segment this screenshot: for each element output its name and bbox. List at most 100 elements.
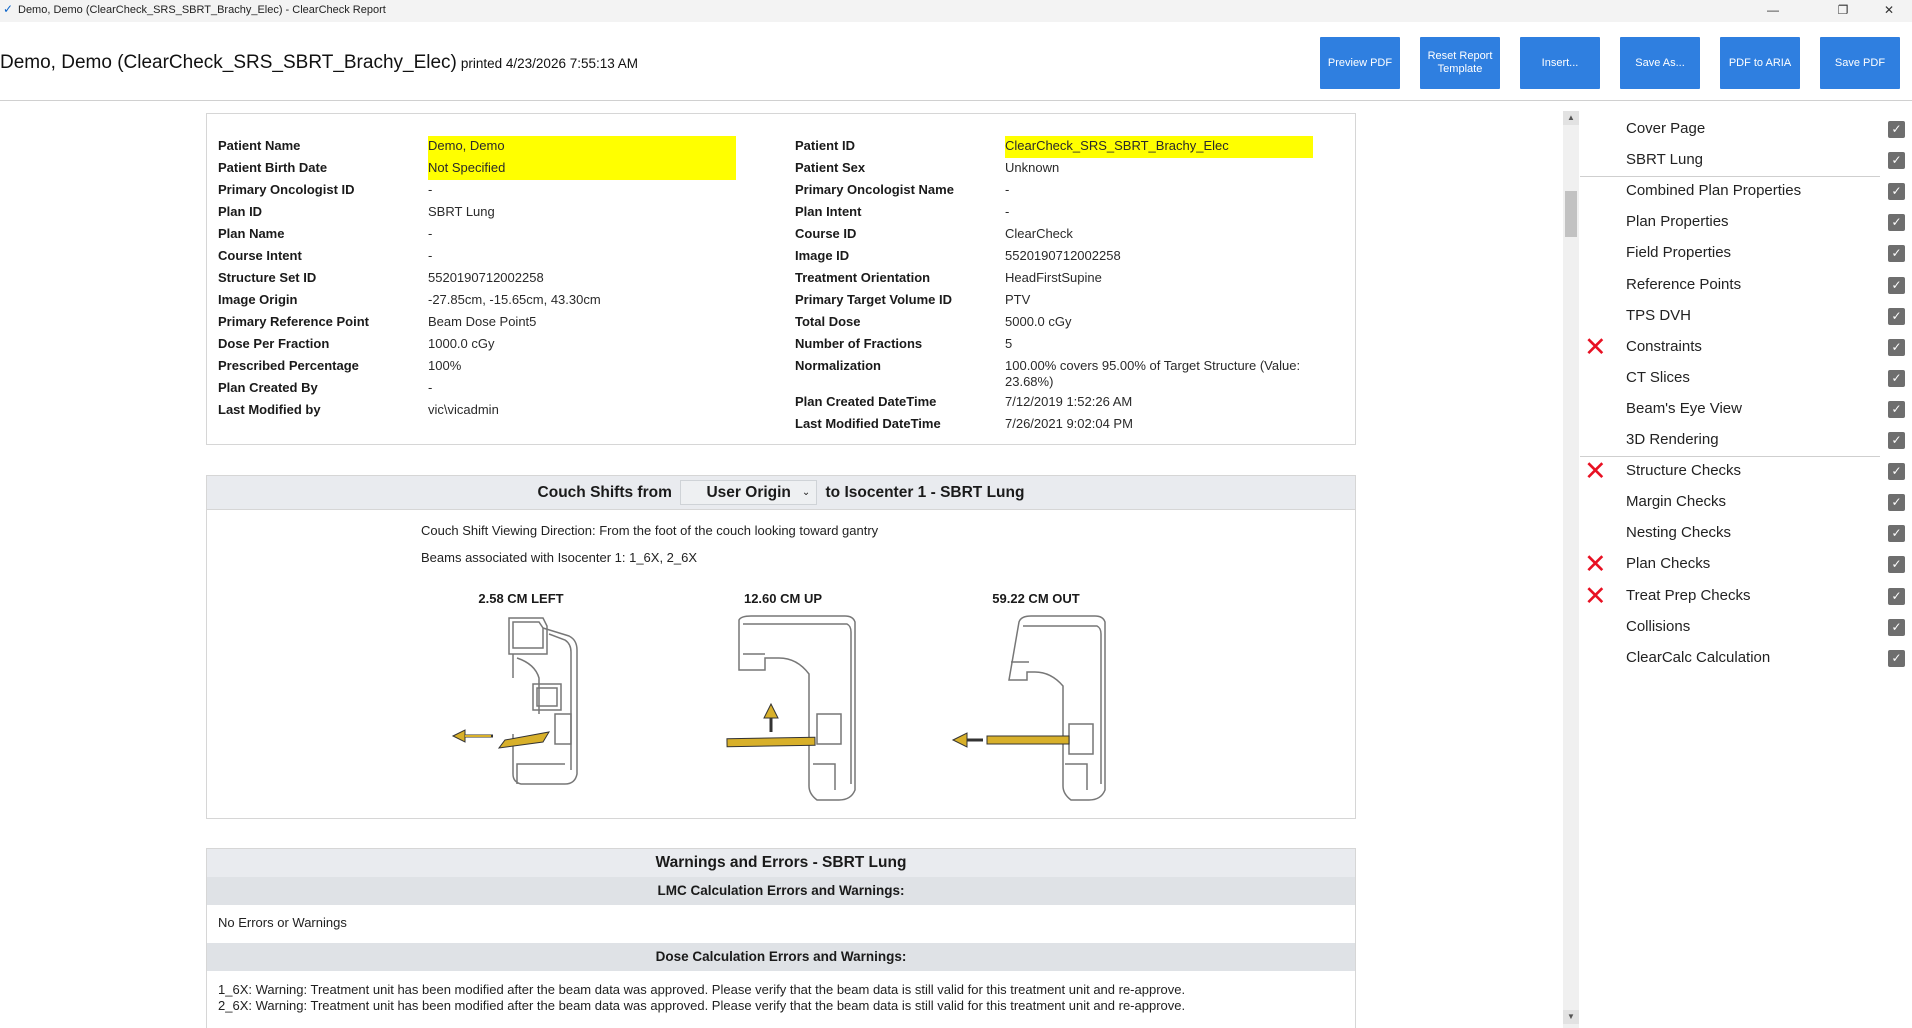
- section-item[interactable]: SBRT Lung ✓: [1580, 145, 1912, 176]
- section-item[interactable]: Reference Points ✓: [1580, 270, 1912, 301]
- section-item[interactable]: ✕ Constraints ✓: [1580, 332, 1912, 363]
- section-checkbox[interactable]: ✓: [1888, 369, 1905, 387]
- section-item-label: Plan Properties: [1626, 213, 1729, 231]
- warnings-card: Warnings and Errors - SBRT Lung LMC Calc…: [206, 848, 1356, 1028]
- section-item[interactable]: Margin Checks ✓: [1580, 487, 1912, 518]
- section-item[interactable]: Collisions ✓: [1580, 612, 1912, 643]
- section-checkbox[interactable]: ✓: [1888, 183, 1905, 201]
- section-checkbox[interactable]: ✓: [1888, 494, 1905, 512]
- info-label: Plan ID: [218, 204, 263, 219]
- info-value: -27.85cm, -15.65cm, 43.30cm: [428, 292, 601, 307]
- section-checkbox[interactable]: ✓: [1888, 649, 1905, 667]
- info-label: Structure Set ID: [218, 270, 317, 285]
- section-item-label: CT Slices: [1626, 368, 1690, 386]
- info-value: -: [428, 226, 433, 241]
- reset-report-template-button[interactable]: Reset Report Template: [1420, 37, 1500, 89]
- warnings-title: Warnings and Errors - SBRT Lung: [207, 849, 1355, 878]
- section-checkbox[interactable]: ✓: [1888, 618, 1905, 636]
- section-item-label: TPS DVH: [1626, 306, 1692, 324]
- patient-info-card: Patient Name Demo, Demo Patient Birth Date…: [206, 113, 1356, 445]
- section-item[interactable]: 3D Rendering ✓: [1580, 425, 1912, 456]
- info-value: Demo, Demo: [428, 136, 736, 158]
- section-checkbox[interactable]: ✓: [1888, 152, 1905, 170]
- info-value: ClearCheck_SRS_SBRT_Brachy_Elec: [1005, 136, 1313, 158]
- section-item[interactable]: Plan Properties ✓: [1580, 207, 1912, 238]
- section-item[interactable]: ✕ Plan Checks ✓: [1580, 549, 1912, 580]
- info-label: Primary Target Volume ID: [795, 292, 953, 307]
- dose-warning-2: 2_6X: Warning: Treatment unit has been m…: [218, 998, 1186, 1013]
- save-pdf-button[interactable]: Save PDF: [1820, 37, 1900, 89]
- minimize-button[interactable]: —: [1750, 0, 1796, 22]
- info-value: 1000.0 cGy: [428, 336, 495, 351]
- section-checkbox[interactable]: ✓: [1888, 276, 1905, 294]
- info-value: 5520190712002258: [428, 270, 544, 285]
- info-value: -: [428, 248, 433, 263]
- section-checkbox[interactable]: ✓: [1888, 463, 1905, 481]
- section-checkbox[interactable]: ✓: [1888, 338, 1905, 356]
- beams-associated: Beams associated with Isocenter 1: 1_6X,…: [421, 550, 698, 565]
- section-checkbox[interactable]: ✓: [1888, 587, 1905, 605]
- info-label: Patient Name: [218, 138, 301, 153]
- couch-shifts-header: Couch Shifts from User Origin ⌄ to Isocen…: [207, 476, 1355, 510]
- insert-button[interactable]: Insert...: [1520, 37, 1600, 89]
- error-x-icon: ✕: [1584, 456, 1607, 487]
- section-checkbox[interactable]: ✓: [1888, 245, 1905, 263]
- info-label: Image ID: [795, 248, 850, 263]
- section-item[interactable]: ✕ Structure Checks ✓: [1580, 456, 1912, 487]
- info-value: Not Specified: [428, 158, 736, 180]
- section-checkbox[interactable]: ✓: [1888, 121, 1905, 138]
- window-title: Demo, Demo (ClearCheck_SRS_SBRT_Brachy_E…: [18, 4, 386, 16]
- section-checkbox[interactable]: ✓: [1888, 556, 1905, 574]
- section-checkbox[interactable]: ✓: [1888, 432, 1905, 449]
- info-value: -: [1005, 204, 1010, 219]
- info-value: 5: [1005, 336, 1013, 351]
- couch-shifts-title-suffix: to Isocenter 1 - SBRT Lung: [825, 484, 1025, 501]
- info-value: -: [428, 380, 433, 395]
- section-checkbox[interactable]: ✓: [1888, 307, 1905, 325]
- pdf-to-aria-button[interactable]: PDF to ARIA: [1720, 37, 1800, 89]
- error-x-icon: ✕: [1584, 331, 1607, 362]
- section-item[interactable]: ✕ Treat Prep Checks ✓: [1580, 581, 1912, 612]
- section-item-label: Field Properties: [1626, 244, 1732, 262]
- dose-errors-header: Dose Calculation Errors and Warnings:: [207, 943, 1355, 971]
- info-label: Plan Created By: [218, 380, 318, 395]
- section-checkbox[interactable]: ✓: [1888, 214, 1905, 232]
- lmc-errors-text: No Errors or Warnings: [218, 915, 347, 930]
- error-x-icon: ✕: [1584, 580, 1607, 611]
- report-scrollbar[interactable]: ▲ ▼: [1563, 111, 1579, 1028]
- section-item[interactable]: Cover Page ✓: [1580, 114, 1912, 145]
- section-checkbox[interactable]: ✓: [1888, 525, 1905, 543]
- section-item-label: Structure Checks: [1626, 462, 1742, 480]
- info-value: Beam Dose Point5: [428, 314, 537, 329]
- info-value: PTV: [1005, 292, 1031, 307]
- info-value: 7/26/2021 9:02:04 PM: [1005, 416, 1133, 431]
- section-item[interactable]: Combined Plan Properties ✓: [1580, 176, 1912, 207]
- section-item-label: Treat Prep Checks: [1626, 586, 1751, 604]
- section-item-label: 3D Rendering: [1626, 431, 1719, 448]
- section-item[interactable]: CT Slices ✓: [1580, 363, 1912, 394]
- origin-dropdown[interactable]: User Origin ⌄: [680, 480, 818, 506]
- section-item[interactable]: Nesting Checks ✓: [1580, 518, 1912, 549]
- restore-button[interactable]: ❐: [1820, 0, 1866, 22]
- section-item-label: Reference Points: [1626, 275, 1742, 293]
- save-as-button[interactable]: Save As...: [1620, 37, 1700, 89]
- linac-up-shift-image: [726, 615, 856, 801]
- report-title: Demo, Demo (ClearCheck_SRS_SBRT_Brachy_E…: [0, 52, 638, 74]
- section-item[interactable]: ClearCalc Calculation ✓: [1580, 643, 1912, 674]
- info-value: SBRT Lung: [428, 204, 495, 219]
- info-label: Number of Fractions: [795, 336, 923, 351]
- scroll-up-arrow-icon[interactable]: ▲: [1563, 111, 1579, 125]
- linac-left-shift-image: [451, 617, 578, 785]
- info-value: -: [428, 182, 433, 197]
- section-item[interactable]: TPS DVH ✓: [1580, 301, 1912, 332]
- scroll-down-arrow-icon[interactable]: ▼: [1563, 1010, 1579, 1024]
- patient-plan-title: Demo, Demo (ClearCheck_SRS_SBRT_Brachy_E…: [0, 52, 457, 73]
- info-label: Primary Oncologist ID: [218, 182, 355, 197]
- section-item[interactable]: Beam's Eye View ✓: [1580, 394, 1912, 425]
- section-checkbox[interactable]: ✓: [1888, 400, 1905, 418]
- preview-pdf-button[interactable]: Preview PDF: [1320, 37, 1400, 89]
- origin-selected: User Origin: [706, 484, 791, 502]
- close-button[interactable]: ✕: [1866, 0, 1912, 22]
- scroll-thumb[interactable]: [1565, 191, 1577, 237]
- section-item[interactable]: Field Properties ✓: [1580, 238, 1912, 269]
